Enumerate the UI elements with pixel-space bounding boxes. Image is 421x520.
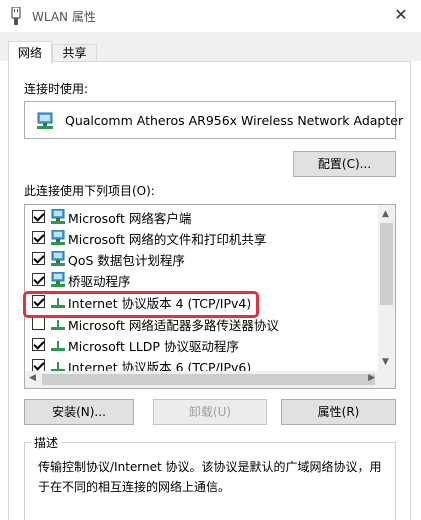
tab-network[interactable]: 网络 [8,41,52,64]
list-item-file-sharing[interactable]: Microsoft 网络的文件和打印机共享 [25,227,377,248]
list-item-bridge[interactable]: 桥驱动程序 [25,269,377,290]
vertical-scrollbar[interactable]: ▲ ▼ [378,205,395,371]
item-checkbox[interactable] [32,210,45,223]
scroll-right-icon[interactable]: ▶ [368,373,375,383]
network-adapter-icon [37,112,53,129]
protocol-icon [51,341,65,351]
wlan-adapter-icon [11,7,21,25]
close-icon[interactable]: ✕ [389,4,413,26]
scroll-left-icon[interactable]: ◀ [29,373,36,383]
item-label: Internet 协议版本 4 (TCP/IPv4) [68,296,252,311]
network-client-icon [51,272,65,287]
list-item-multiplexor[interactable]: Microsoft 网络适配器多路传送器协议 [25,313,377,334]
item-label: Microsoft 网络适配器多路传送器协议 [68,318,279,333]
item-checkbox[interactable] [32,273,45,286]
network-client-icon [51,230,65,245]
network-client-icon [51,251,65,266]
list-item-qos[interactable]: QoS 数据包计划程序 [25,248,377,269]
properties-button[interactable]: 属性(R) [281,399,396,425]
install-button[interactable]: 安装(N)... [24,399,134,425]
scroll-thumb[interactable] [380,223,393,305]
connect-using-label: 连接时使用: [24,82,89,96]
scroll-thumb-horizontal[interactable] [42,374,375,385]
scroll-up-icon[interactable]: ▲ [382,209,389,219]
uninstall-button[interactable]: 卸载(U) [153,399,267,425]
description-legend: 描述 [31,434,62,451]
item-checkbox[interactable] [32,295,45,308]
adapter-box: Qualcomm Atheros AR956x Wireless Network… [24,101,403,139]
items-label: 此连接使用下列项目(O): [24,184,155,198]
item-checkbox[interactable] [32,338,45,351]
network-client-icon [51,209,65,224]
horizontal-scrollbar[interactable]: ◀ ▶ [25,371,395,388]
item-checkbox[interactable] [32,252,45,265]
item-checkbox[interactable] [32,317,45,330]
title-bar: WLAN 属性 ✕ [0,0,421,32]
item-checkbox[interactable] [32,231,45,244]
description-text: 传输控制协议/Internet 协议。该协议是默认的广域网络协议，用于在不同的相… [38,460,382,494]
scroll-down-icon[interactable]: ▼ [382,357,389,367]
item-label: Microsoft 网络的文件和打印机共享 [68,232,267,247]
items-listbox: Microsoft 网络客户端 Microsoft 网络的文件和打印机共享 Qo… [24,204,396,389]
item-label: 桥驱动程序 [68,274,131,289]
protocol-icon [51,298,65,308]
item-label: QoS 数据包计划程序 [68,253,185,268]
item-label: Microsoft 网络客户端 [68,211,192,226]
list-item-ipv4[interactable]: Internet 协议版本 4 (TCP/IPv4) [25,291,377,312]
window-title: WLAN 属性 [32,10,96,24]
protocol-icon [51,320,65,330]
item-label: Microsoft LLDP 协议驱动程序 [68,339,239,354]
list-item-lldp[interactable]: Microsoft LLDP 协议驱动程序 [25,334,377,355]
list-item-ms-client[interactable]: Microsoft 网络客户端 [25,206,377,227]
tab-strip: 网络 共享 [0,32,421,64]
configure-button[interactable]: 配置(C)... [293,151,396,177]
adapter-name: Qualcomm Atheros AR956x Wireless Network… [65,113,404,128]
